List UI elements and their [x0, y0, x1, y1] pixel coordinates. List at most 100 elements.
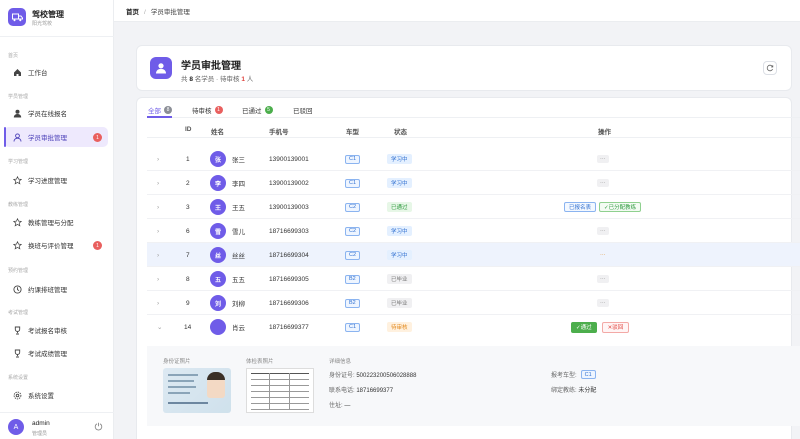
column-header-status: 状态: [394, 129, 407, 136]
column-header-ops: 操作: [598, 129, 611, 136]
chevron-right-icon[interactable]: ›: [157, 219, 159, 243]
more-button[interactable]: ···: [597, 179, 609, 187]
more-button[interactable]: ···: [597, 251, 609, 259]
table-row[interactable]: › 7 丝 丝丝 18716699304 C2 学习中 ···: [147, 243, 800, 267]
student-table-card: 全部 8 待审核 1 已通过 5 已驳回 ID 姓名 手机号 车型 状态 操作 › 1…: [136, 97, 800, 439]
group-label-coaches: 教练管理: [8, 202, 29, 208]
divider: [0, 412, 114, 413]
logout-icon[interactable]: [94, 422, 103, 433]
status-badge: 学习中: [387, 154, 412, 164]
cell-phone: 18716699303: [269, 227, 309, 235]
avatar[interactable]: A: [8, 419, 24, 435]
avatar: 刘: [210, 295, 226, 311]
sidebar-item-settings[interactable]: 系统设置: [4, 385, 108, 405]
cell-id: 8: [186, 275, 190, 283]
truck-logo-icon: [8, 8, 26, 26]
group-label-home: 首页: [8, 53, 19, 59]
cell-name: 张三: [232, 157, 245, 164]
table-row[interactable]: › 2 李 李四 13900139002 C1 学习中 ···: [147, 171, 800, 195]
chevron-right-icon[interactable]: ›: [157, 267, 159, 291]
status-badge: 学习中: [387, 178, 412, 188]
sidebar-item-approval[interactable]: 学员审批管理 1: [4, 127, 108, 147]
group-label-students: 学员管理: [8, 94, 29, 100]
chevron-right-icon[interactable]: ›: [157, 243, 159, 267]
cell-phone: 13900139001: [269, 155, 309, 163]
reject-button[interactable]: ✕驳回: [601, 321, 630, 333]
sidebar-item-label: 学员审批管理: [28, 135, 67, 142]
breadcrumb: 首页 / 学员审批管理: [126, 9, 190, 16]
cell-phone: 18716699305: [269, 275, 309, 283]
table-row[interactable]: › 1 张 张三 13900139001 C1 学习中 ···: [147, 147, 800, 171]
tab-all[interactable]: 全部 8: [148, 104, 172, 116]
table-row[interactable]: › 6 雪 雪儿 18716699303 C2 学习中 ···: [147, 219, 800, 243]
coach-assigned-tag: ✓已分配教练: [599, 202, 642, 212]
table-row[interactable]: ⌄ 14 肖云 18716699377 C1 待审核 ✓通过 ✕驳回: [147, 315, 800, 339]
car-tag: C1: [345, 154, 361, 164]
column-header-name: 姓名: [211, 129, 224, 136]
cell-id: 6: [186, 227, 190, 235]
status-badge: 待审核: [387, 322, 412, 332]
sidebar-item-class-change[interactable]: 换班与评价管理 1: [4, 235, 108, 255]
more-button[interactable]: ···: [597, 275, 609, 283]
more-button[interactable]: ···: [597, 227, 609, 235]
table-row[interactable]: › 8 五 五五 18716699305 B2 已毕业 ···: [147, 267, 800, 291]
chevron-right-icon[interactable]: ›: [157, 171, 159, 195]
status-badge: 已毕业: [387, 274, 412, 284]
sidebar-item-label: 工作台: [28, 70, 48, 77]
table-row[interactable]: › 3 王 王五 13900139003 C2 已通过 已报名表 ✓已分配教练: [147, 195, 800, 219]
cell-name: 雪儿: [232, 229, 245, 236]
user-outline-icon: [12, 132, 22, 142]
tab-pending[interactable]: 待审核 1: [192, 104, 223, 116]
chevron-right-icon[interactable]: ›: [157, 291, 159, 315]
chevron-right-icon[interactable]: ›: [157, 147, 159, 171]
sidebar-item-exam-signup[interactable]: 考试报名审核: [4, 320, 108, 340]
cell-name: 王五: [232, 205, 245, 212]
group-label-system: 系统设置: [8, 375, 29, 381]
user-icon: [12, 108, 22, 118]
info-label: 详细信息: [329, 359, 352, 365]
id-card-image[interactable]: [163, 368, 231, 413]
table-row[interactable]: › 9 刘 刘柳 18716699306 B2 已毕业 ···: [147, 291, 800, 315]
status-badge: 已通过: [387, 202, 412, 212]
more-button[interactable]: ···: [597, 155, 609, 163]
gear-icon: [12, 390, 22, 400]
chevron-right-icon[interactable]: ›: [157, 195, 159, 219]
column-header-car: 车型: [346, 129, 359, 136]
star-icon: [12, 240, 22, 250]
column-header-id: ID: [185, 126, 192, 133]
approve-button[interactable]: ✓通过: [571, 321, 597, 333]
sidebar-item-dashboard[interactable]: 工作台: [4, 62, 108, 82]
avatar: 李: [210, 175, 226, 191]
chevron-down-icon[interactable]: ⌄: [157, 315, 162, 339]
sidebar-item-online-signup[interactable]: 学员在线报名: [4, 103, 108, 123]
app-title: 驾校管理: [32, 10, 64, 19]
sidebar-item-schedule[interactable]: 约课排班管理: [4, 279, 108, 299]
tab-approved[interactable]: 已通过 5: [242, 104, 273, 116]
sidebar-item-coach-assign[interactable]: 教练管理与分配: [4, 212, 108, 232]
cell-id: 14: [184, 323, 192, 331]
car-tag: C2: [345, 250, 361, 260]
more-button[interactable]: ···: [597, 299, 609, 307]
sidebar-item-progress[interactable]: 学习进度管理: [4, 170, 108, 190]
license-type: 报考车型: C1: [551, 370, 596, 379]
bound-coach: 绑定教练: 未分配: [551, 388, 597, 394]
refresh-button[interactable]: [763, 61, 777, 75]
cell-name: 丝丝: [232, 253, 245, 260]
sidebar-item-label: 教练管理与分配: [28, 220, 74, 227]
sidebar-item-label: 学习进度管理: [28, 178, 67, 185]
address: 住址: —: [329, 403, 351, 409]
view-form-button[interactable]: 已报名表: [564, 202, 597, 212]
sidebar: 驾校管理 阳光驾校 首页 工作台 学员管理 学员在线报名 学员审批管理 1 学习…: [0, 0, 114, 439]
breadcrumb-home[interactable]: 首页: [126, 9, 139, 16]
avatar: [210, 319, 226, 335]
notification-badge: 1: [93, 133, 102, 142]
cell-id: 3: [186, 203, 190, 211]
avatar: 雪: [210, 223, 226, 239]
trophy-icon: [12, 325, 22, 335]
page-header-card: 学员审批管理 共 8 名学员 · 待审核 1 人: [136, 45, 792, 91]
clock-icon: [12, 284, 22, 294]
health-form-image[interactable]: [246, 368, 314, 413]
tab-rejected[interactable]: 已驳回: [293, 104, 313, 116]
user-name: admin: [32, 420, 50, 427]
sidebar-item-exam-scores[interactable]: 考试成绩管理: [4, 343, 108, 363]
